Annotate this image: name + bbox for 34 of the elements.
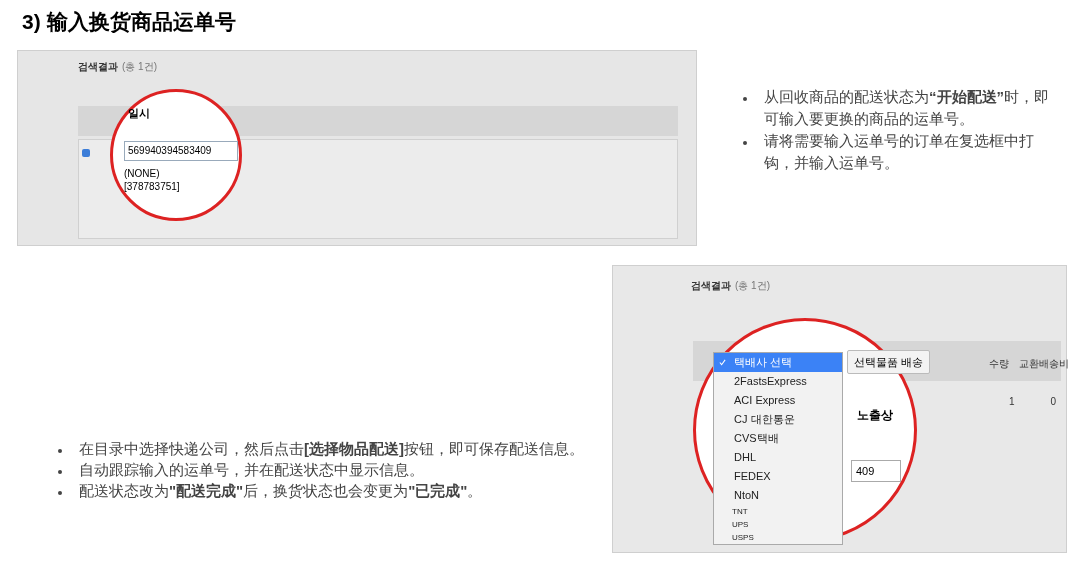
carrier-option[interactable]: CJ 대한통운 [714,410,842,429]
results-count: (총 1건) [122,60,157,74]
carrier-option[interactable]: NtoN [714,486,842,505]
product-label: 노출상 [857,407,893,424]
carrier-option[interactable]: DHL [714,448,842,467]
carrier-option[interactable]: UPS [714,518,842,531]
column-header: 수량 [989,357,1009,371]
column-header: 교환배송비 [1019,357,1069,371]
ship-selected-button[interactable]: 선택물품 배송 [847,350,931,374]
checkmark-icon [719,359,726,366]
results-heading: 검색결과 [78,60,118,74]
note-text: 自动跟踪输入的运单号，并在配送状态中显示信息。 [79,460,424,480]
tracking-number-field[interactable]: 569940394583409 [124,141,238,161]
slide-title: 3) 输入换货商品运单号 [22,9,236,35]
results-heading: 검색결과 [691,279,731,293]
autocomplete-option[interactable]: [378783751] [124,180,180,193]
carrier-option[interactable]: ACI Express [714,391,842,410]
note-text: 在目录中选择快递公司，然后点击[选择物品配送]按钮，即可保存配送信息。 [79,439,584,459]
note-text: 从回收商品的配送状态为“开始配送”时，即可输入要更换的商品的运单号。 [764,87,1050,129]
tracking-number-field[interactable]: 409 [851,460,901,482]
column-label: 일시 [128,106,150,121]
autocomplete-option[interactable]: (NONE) [124,167,180,180]
table-cell-text: 0 [1050,395,1057,409]
carrier-option[interactable]: FEDEX [714,467,842,486]
carrier-option[interactable]: CVS택배 [714,429,842,448]
results-count: (총 1건) [735,279,770,293]
note-text: 配送状态改为"配送完成"后，换货状态也会变更为"已完成"。 [79,481,483,501]
carrier-option[interactable]: 2FastsExpress [714,372,842,391]
row-checkbox[interactable] [82,149,90,157]
carrier-option[interactable]: 택배사 선택 [714,353,842,372]
carrier-option[interactable]: TNT [714,505,842,518]
note-text: 请将需要输入运单号的订单在复选框中打钩，并输入运单号。 [764,131,1035,173]
carrier-option[interactable]: USPS [714,531,842,544]
table-cell-text: 1 [1009,395,1015,409]
